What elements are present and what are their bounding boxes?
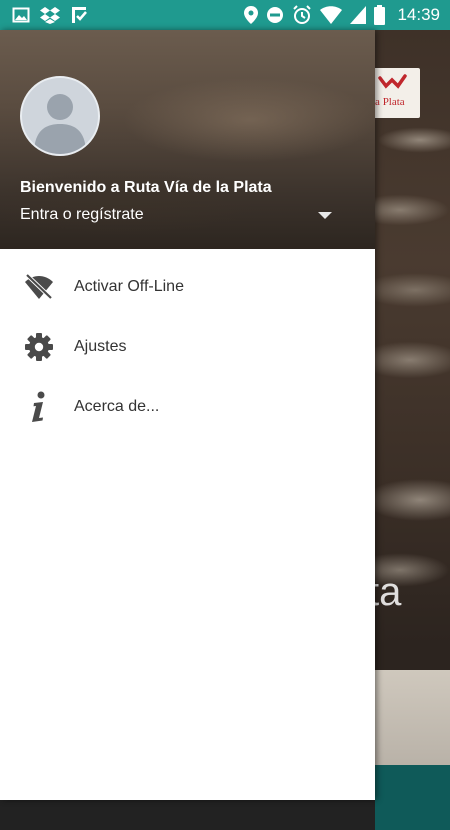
avatar[interactable] xyxy=(20,76,100,156)
status-bar: 14:39 xyxy=(0,0,450,30)
drawer-menu: Activar Off-Line Ajustes Acerca de... xyxy=(0,249,375,437)
location-icon xyxy=(244,6,259,24)
person-placeholder-icon xyxy=(34,94,86,154)
battery-icon xyxy=(374,5,386,25)
check-flag-icon xyxy=(70,6,88,24)
alarm-icon xyxy=(292,5,312,25)
image-icon xyxy=(12,6,30,24)
drawer-header: Bienvenido a Ruta Vía de la Plata Entra … xyxy=(0,30,375,249)
wifi-off-icon xyxy=(24,272,54,302)
dropbox-icon xyxy=(40,6,60,24)
info-icon xyxy=(24,391,54,422)
settings-gear-icon xyxy=(24,332,54,362)
do-not-disturb-icon xyxy=(266,6,284,24)
menu-item-settings[interactable]: Ajustes xyxy=(0,317,375,377)
welcome-text: Bienvenido a Ruta Vía de la Plata xyxy=(20,179,272,196)
menu-item-label: Acerca de... xyxy=(74,398,160,415)
menu-item-label: Ajustes xyxy=(74,338,127,355)
background-card xyxy=(375,670,450,765)
clock: 14:39 xyxy=(397,5,440,24)
app-logo: la Plata xyxy=(370,68,420,118)
logo-mark-icon xyxy=(378,74,407,89)
menu-item-label: Activar Off-Line xyxy=(74,278,184,295)
menu-item-offline[interactable]: Activar Off-Line xyxy=(0,257,375,317)
logo-text: la Plata xyxy=(372,96,405,108)
account-dropdown-arrow-icon[interactable] xyxy=(318,210,332,220)
background-bottom-bar xyxy=(375,765,450,830)
menu-item-about[interactable]: Acerca de... xyxy=(0,377,375,437)
wifi-icon xyxy=(320,6,343,24)
signal-icon xyxy=(350,6,367,24)
login-register-link[interactable]: Entra o regístrate xyxy=(20,206,144,224)
navigation-drawer: Bienvenido a Ruta Vía de la Plata Entra … xyxy=(0,30,375,800)
